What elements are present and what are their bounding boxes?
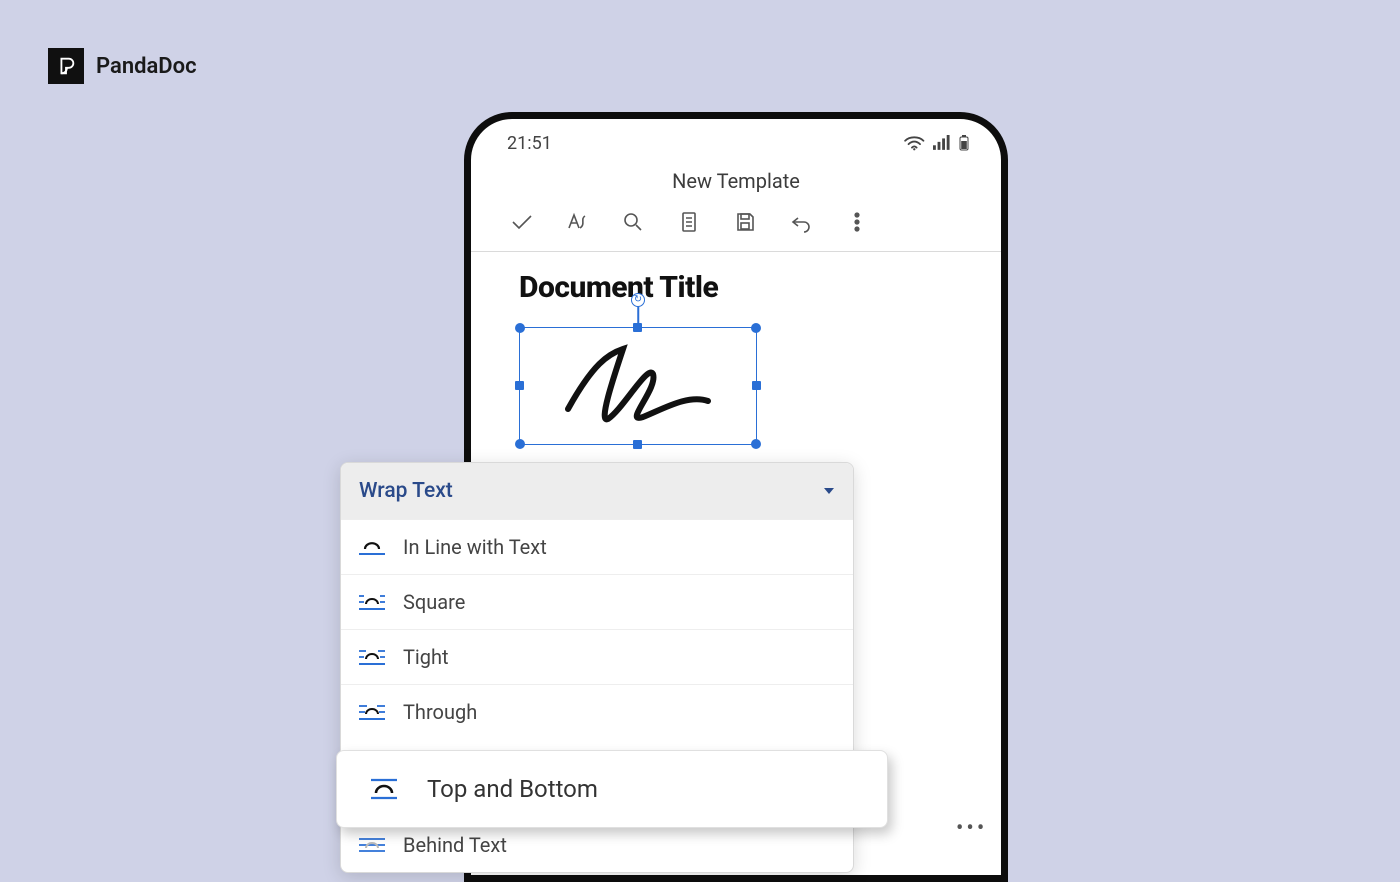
document-title[interactable]: Document Title xyxy=(471,252,1001,305)
menu-label: Through xyxy=(403,700,477,724)
page-view-button[interactable] xyxy=(667,207,711,237)
status-time: 21:51 xyxy=(507,133,552,154)
menu-label: Behind Text xyxy=(403,833,507,857)
undo-icon xyxy=(789,210,813,234)
save-button[interactable] xyxy=(723,207,767,237)
text-style-button[interactable] xyxy=(555,207,599,237)
brand-logo: PandaDoc xyxy=(48,48,197,84)
battery-icon xyxy=(959,135,969,151)
image-selection[interactable]: ↻ xyxy=(519,327,757,445)
toolbar xyxy=(471,207,1001,252)
page-icon xyxy=(677,210,701,234)
resize-handle[interactable] xyxy=(751,439,761,449)
resize-handle[interactable] xyxy=(751,323,761,333)
text-style-icon xyxy=(565,210,589,234)
resize-handle[interactable] xyxy=(515,439,525,449)
wrap-square-icon xyxy=(359,593,385,611)
search-icon xyxy=(621,210,645,234)
wrap-inline-icon xyxy=(359,538,385,556)
device-status-bar: 21:51 xyxy=(471,119,1001,159)
signal-icon xyxy=(933,135,951,151)
search-button[interactable] xyxy=(611,207,655,237)
rotate-handle[interactable]: ↻ xyxy=(631,293,645,307)
more-vertical-icon xyxy=(845,210,869,234)
overflow-indicator[interactable]: ••• xyxy=(956,816,987,841)
wrap-option-tight[interactable]: Tight xyxy=(341,629,853,684)
wifi-icon xyxy=(904,135,925,151)
resize-handle[interactable] xyxy=(633,440,642,449)
confirm-button[interactable] xyxy=(499,207,543,237)
undo-button[interactable] xyxy=(779,207,823,237)
wrap-option-top-bottom[interactable]: Top and Bottom xyxy=(336,750,888,828)
wrap-option-square[interactable]: Square xyxy=(341,574,853,629)
wrap-text-header[interactable]: Wrap Text xyxy=(341,463,853,519)
wrap-tight-icon xyxy=(359,648,385,666)
check-icon xyxy=(509,210,533,234)
resize-handle[interactable] xyxy=(515,323,525,333)
brand-name: PandaDoc xyxy=(96,54,197,79)
more-button[interactable] xyxy=(835,207,879,237)
wrap-behind-icon xyxy=(359,836,385,854)
selection-box[interactable] xyxy=(519,327,757,445)
resize-handle[interactable] xyxy=(515,381,524,390)
chevron-down-icon xyxy=(823,485,835,497)
menu-label: Square xyxy=(403,590,465,614)
app-title: New Template xyxy=(471,159,1001,207)
menu-label: Top and Bottom xyxy=(427,775,598,803)
menu-label: In Line with Text xyxy=(403,535,547,559)
brand-logo-mark xyxy=(48,48,84,84)
menu-label: Tight xyxy=(403,645,449,669)
status-indicators xyxy=(904,135,969,151)
wrap-through-icon xyxy=(359,703,385,721)
wrap-option-inline[interactable]: In Line with Text xyxy=(341,519,853,574)
wrap-option-through[interactable]: Through xyxy=(341,684,853,739)
wrap-text-title: Wrap Text xyxy=(359,479,453,503)
wrap-top-bottom-icon xyxy=(367,778,401,800)
resize-handle[interactable] xyxy=(752,381,761,390)
signature-image xyxy=(553,339,723,433)
save-icon xyxy=(733,210,757,234)
resize-handle[interactable] xyxy=(633,323,642,332)
